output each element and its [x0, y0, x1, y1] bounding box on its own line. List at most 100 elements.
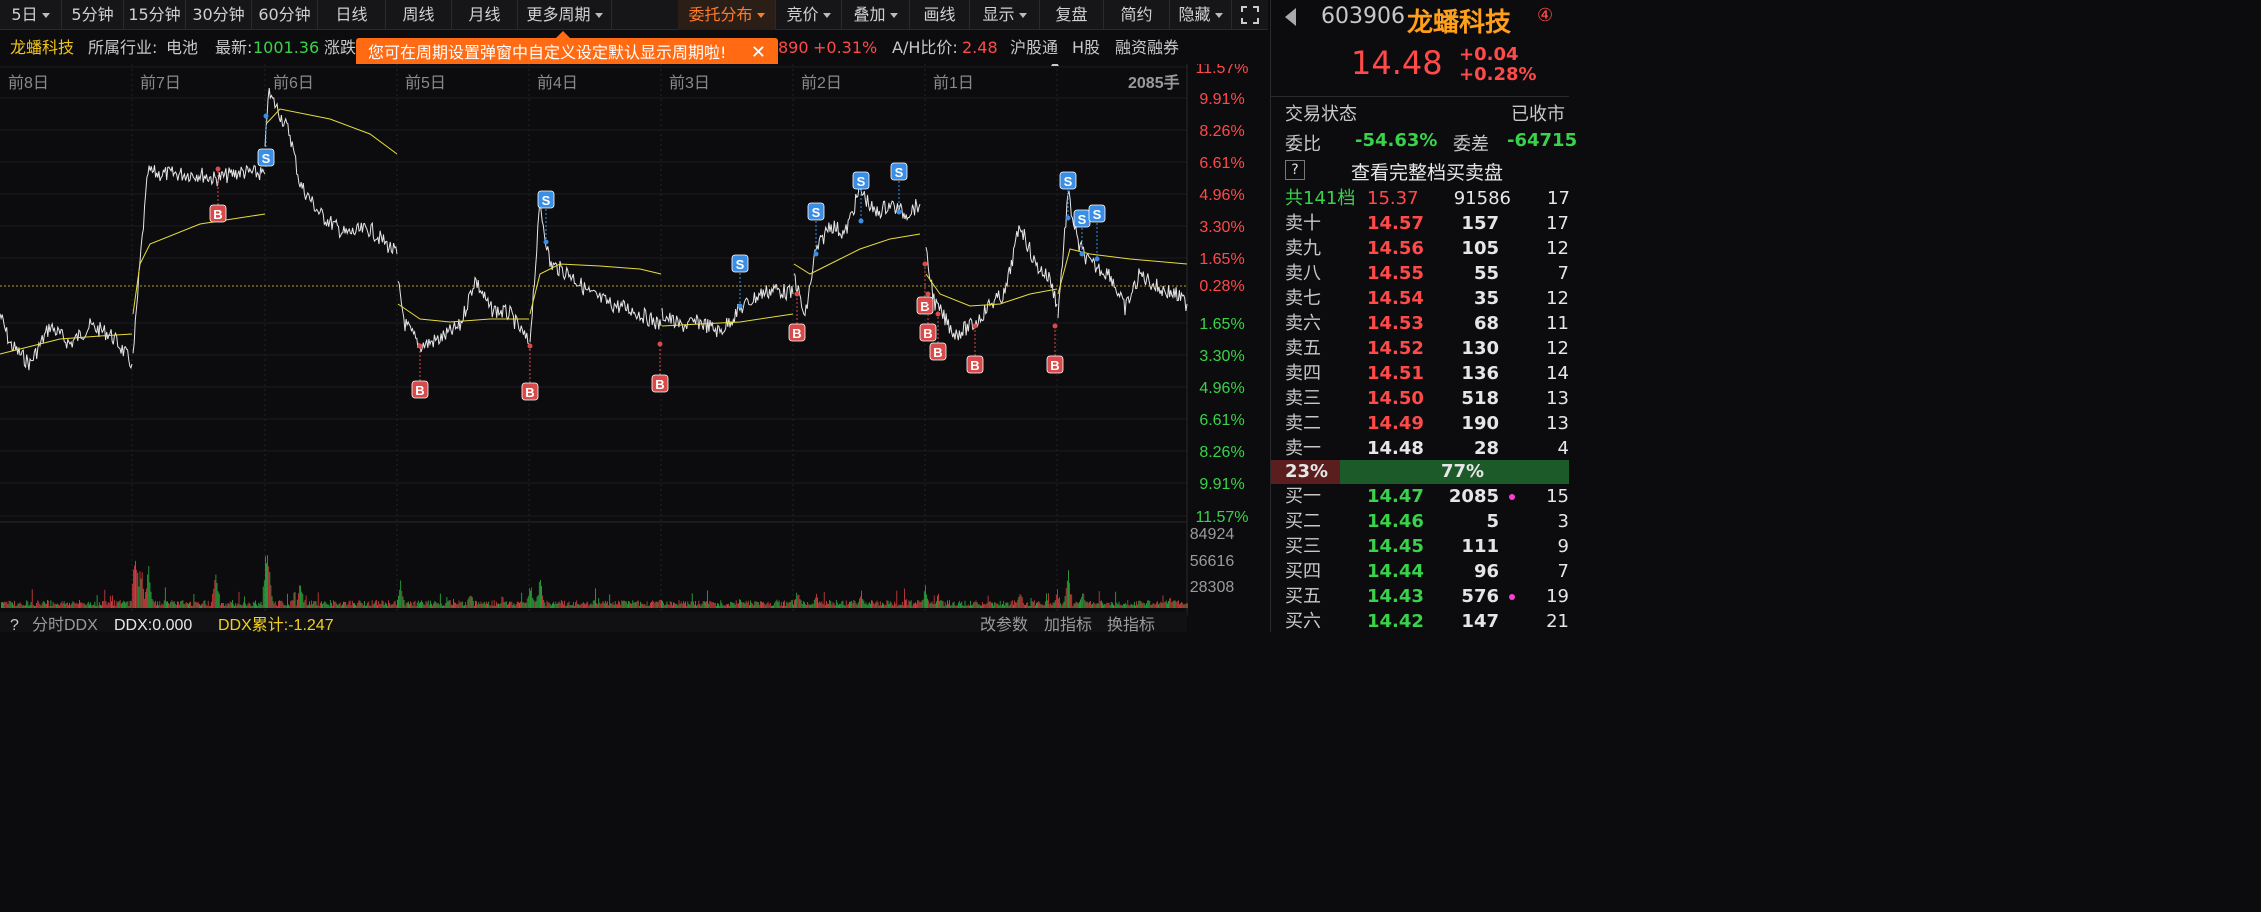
indicator-name[interactable]: 分时DDX [32, 616, 98, 632]
buy-marker-label: B [213, 207, 222, 222]
volume-bar [581, 603, 583, 608]
toolbar-item-9[interactable]: 委托分布 [678, 0, 776, 30]
volume-bar [251, 605, 253, 608]
add-indicator-button[interactable]: 加指标 [1044, 616, 1092, 632]
toolbar-item-16[interactable]: 隐藏 [1170, 0, 1232, 30]
volume-bar [449, 600, 451, 608]
volume-bar [1173, 600, 1175, 608]
toolbar-item-6[interactable]: 周线 [386, 0, 452, 30]
toolbar-item-label: 周线 [402, 5, 435, 24]
toolbar-item-14[interactable]: 复盘 [1040, 0, 1104, 30]
volume-bar [155, 600, 156, 608]
volume-bar [30, 602, 32, 608]
intraday-chart[interactable]: 前8日 前7日 前6日 前5日 前4日 前3日 前2日 前1日 2085手 11.57% 9.91%… [0, 64, 1268, 632]
toolbar-item-2[interactable]: 15分钟 [124, 0, 186, 30]
volume-bar [1052, 602, 1054, 608]
volume-bar [413, 601, 415, 608]
toolbar-item-5[interactable]: 日线 [318, 0, 386, 30]
stock-name[interactable]: 龙蟠科技 [10, 32, 74, 64]
volume-bar [872, 600, 873, 608]
hgt-link[interactable]: 沪股通 [1010, 32, 1058, 64]
crosshair-handle-icon[interactable] [1051, 64, 1059, 66]
industry-value[interactable]: 电池 [166, 32, 198, 64]
volume-bar [175, 605, 177, 608]
prev-stock-icon[interactable] [1285, 8, 1296, 26]
volume-bar [498, 603, 499, 608]
volume-bar [241, 605, 243, 608]
ask-row[interactable]: 卖二 14.49 190 13 [1271, 411, 1569, 436]
toolbar-item-11[interactable]: 叠加 [842, 0, 910, 30]
volume-bar [537, 595, 539, 608]
volume-bar [817, 597, 818, 608]
margin-link[interactable]: 融资融券 [1115, 32, 1179, 64]
expand-icon[interactable] [1236, 0, 1264, 30]
buy-marker-point [925, 291, 931, 297]
help-icon[interactable]: ? [1285, 160, 1305, 180]
volume-bar [52, 602, 54, 608]
volume-bar [171, 600, 173, 608]
chart-canvas[interactable]: 前8日 前7日 前6日 前5日 前4日 前3日 前2日 前1日 2085手 11.57% 9.91%… [0, 64, 1268, 632]
bid-row[interactable]: 买六 14.42 147 21 [1271, 609, 1569, 634]
toolbar-item-0[interactable]: 5日 [0, 0, 62, 30]
volume-bar [377, 605, 378, 608]
bid-row[interactable]: 买二 14.46 5 3 [1271, 509, 1569, 534]
volume-bar [249, 603, 251, 608]
volume-bar [795, 599, 796, 608]
ask-row[interactable]: 卖六 14.53 68 11 [1271, 311, 1569, 336]
volume-bar [203, 601, 205, 608]
toolbar-item-7[interactable]: 月线 [452, 0, 518, 30]
volume-bar [224, 606, 226, 608]
toolbar-item-12[interactable]: 画线 [910, 0, 970, 30]
toolbar-item-1[interactable]: 5分钟 [62, 0, 124, 30]
total-levels-label[interactable]: 共141档 [1285, 186, 1355, 211]
sell-marker-label: S [857, 174, 866, 189]
ask-row[interactable]: 卖五 14.52 130 12 [1271, 336, 1569, 361]
ask-row[interactable]: 卖十 14.57 157 17 [1271, 211, 1569, 236]
toolbar-item-10[interactable]: 竞价 [776, 0, 842, 30]
bid-row[interactable]: 买三 14.45 111 9 [1271, 534, 1569, 559]
volume-bar [51, 606, 53, 608]
volume-bar [719, 605, 721, 608]
volume-bar [317, 592, 319, 608]
volume-bar [680, 601, 682, 608]
ask-row[interactable]: 卖四 14.51 136 14 [1271, 361, 1569, 386]
volume-bar [692, 601, 694, 608]
toolbar-item-3[interactable]: 30分钟 [186, 0, 252, 30]
hshare-link[interactable]: H股 [1072, 32, 1100, 64]
volume-bar [334, 601, 336, 608]
volume-bar [615, 603, 617, 608]
ask-row[interactable]: 卖一 14.48 28 4 [1271, 436, 1569, 461]
ask-row[interactable]: 卖七 14.54 35 12 [1271, 286, 1569, 311]
volume-bar [1006, 602, 1008, 608]
volume-bar [739, 599, 740, 608]
notification-badge[interactable]: ④ [1537, 5, 1553, 26]
toolbar-item-4[interactable]: 60分钟 [252, 0, 318, 30]
toolbar-item-13[interactable]: 显示 [970, 0, 1040, 30]
ask-row[interactable]: 卖九 14.56 105 12 [1271, 236, 1569, 261]
volume-bar [192, 605, 194, 608]
change-params-button[interactable]: 改参数 [980, 616, 1028, 632]
switch-indicator-button[interactable]: 换指标 [1107, 616, 1155, 632]
volume-bar [426, 602, 428, 608]
volume-bar [855, 603, 857, 608]
volume-bar [705, 602, 706, 608]
bid-row[interactable]: 买四 14.44 96 7 [1271, 559, 1569, 584]
bid-row[interactable]: 买一 14.47 2085 15 [1271, 484, 1569, 509]
volume-bar [343, 601, 344, 608]
full-book-link[interactable]: 查看完整档买卖盘 [1351, 158, 1503, 185]
ask-row[interactable]: 卖三 14.50 518 13 [1271, 386, 1569, 411]
toolbar-item-8[interactable]: 更多周期 [518, 0, 612, 30]
bid-row[interactable]: 买五 14.43 576 19 [1271, 584, 1569, 609]
volume-bar [470, 595, 472, 608]
volume-bar [1037, 602, 1038, 608]
indicator-help-icon[interactable]: ? [10, 617, 19, 632]
volume-bar [937, 595, 938, 608]
toolbar-item-15[interactable]: 简约 [1104, 0, 1170, 30]
volume-bar [1010, 601, 1012, 608]
volume-bar [1108, 602, 1110, 608]
volume-bar [381, 600, 383, 608]
volume-bar [670, 602, 672, 608]
ask-row[interactable]: 卖八 14.55 55 7 [1271, 261, 1569, 286]
volume-bar [416, 602, 418, 608]
volume-bar [10, 602, 12, 608]
